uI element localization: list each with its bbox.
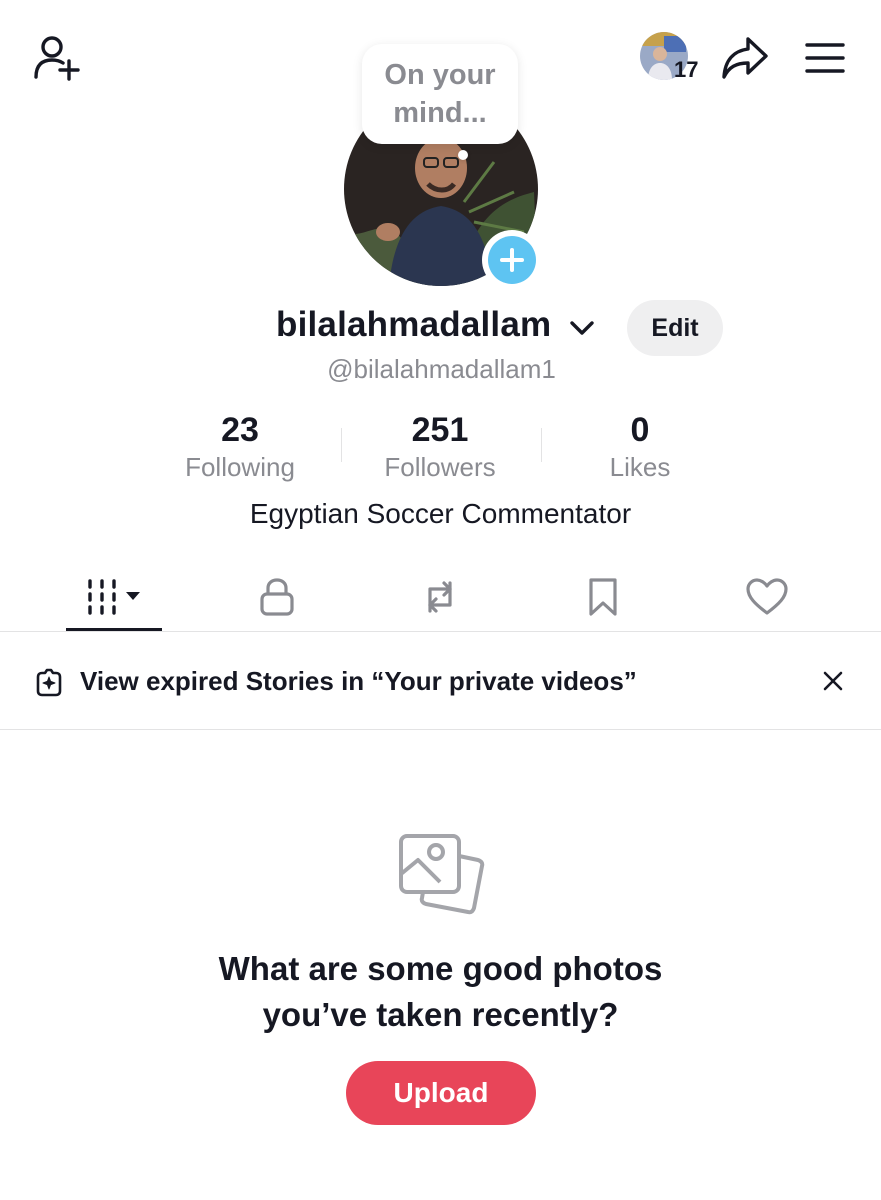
note-bubble[interactable]: On your mind... [362, 44, 518, 144]
banner-text: View expired Stories in “Your private vi… [80, 666, 637, 696]
stat-followers[interactable]: 251 Followers [340, 410, 540, 482]
empty-state-title-line2: you’ve taken recently? [262, 996, 619, 1033]
note-bubble-line2: mind... [393, 97, 487, 129]
add-story-button[interactable] [482, 230, 542, 290]
story-sparkle-icon [34, 667, 64, 697]
tab-videos[interactable] [54, 566, 174, 628]
tab-liked[interactable] [707, 566, 827, 628]
empty-state-title-line1: What are some good photos [218, 950, 663, 987]
user-handle: @bilalahmadallam1 [327, 354, 556, 384]
stat-label: Following [185, 452, 295, 482]
lock-icon [260, 578, 294, 616]
photos-icon [396, 830, 488, 922]
edit-profile-button[interactable]: Edit [627, 300, 723, 356]
menu-icon[interactable] [800, 34, 850, 82]
chevron-down-icon[interactable] [568, 316, 596, 340]
friends-count-badge: 17 [674, 57, 699, 82]
plus-icon [488, 236, 536, 284]
username[interactable]: bilalahmadallam [276, 305, 551, 345]
stat-label: Likes [609, 452, 671, 482]
upload-button[interactable]: Upload [346, 1061, 536, 1125]
videos-grid-icon [88, 579, 140, 615]
share-icon[interactable] [718, 32, 772, 84]
heart-icon [746, 578, 788, 615]
tab-saved[interactable] [543, 566, 663, 628]
stat-value: 251 [411, 411, 469, 449]
note-bubble-tail [458, 150, 468, 160]
tab-private[interactable] [217, 566, 337, 628]
add-friend-icon[interactable] [28, 32, 82, 84]
bookmark-icon [589, 578, 617, 616]
profile-bio: Egyptian Soccer Commentator [249, 498, 632, 529]
tab-reposts[interactable] [380, 566, 500, 628]
note-bubble-line1: On your [384, 59, 496, 91]
stat-value: 23 [221, 411, 259, 449]
stat-label: Followers [384, 452, 496, 482]
stat-likes[interactable]: 0 Likes [540, 410, 740, 482]
stat-following[interactable]: 23 Following [140, 410, 340, 482]
stat-value: 0 [630, 411, 650, 449]
close-icon[interactable] [818, 666, 848, 696]
empty-state-title: What are some good photos you’ve taken r… [0, 946, 881, 1038]
repost-icon [428, 581, 452, 613]
